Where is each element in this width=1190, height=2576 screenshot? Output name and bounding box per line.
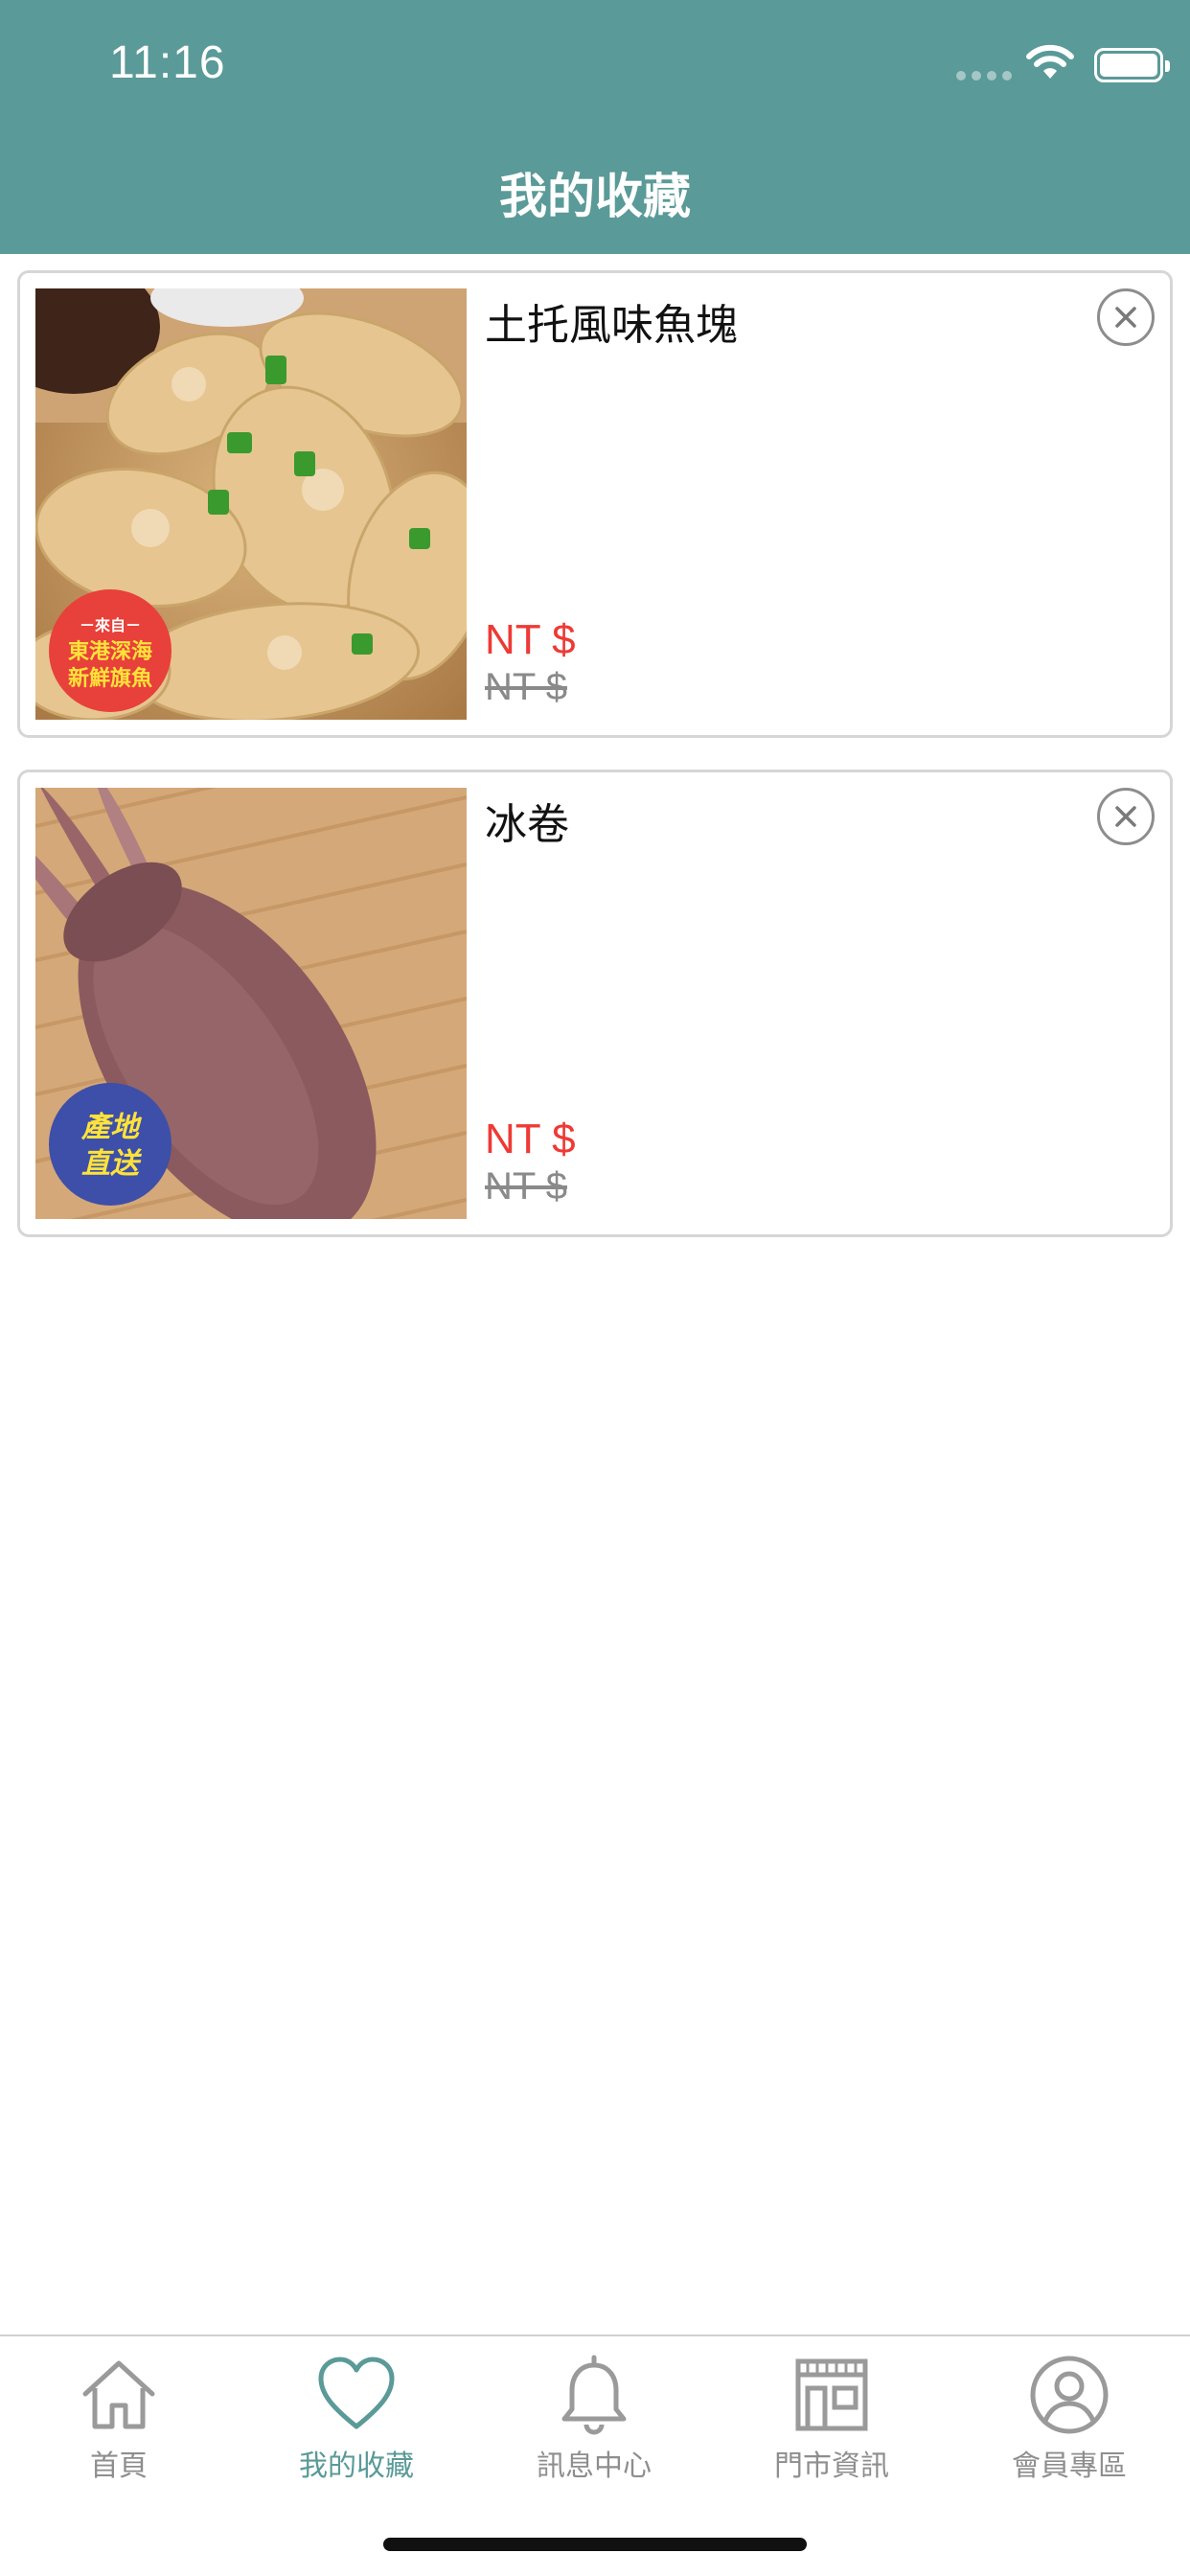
product-price: NT $ xyxy=(485,1116,576,1162)
user-icon xyxy=(1030,2356,1109,2434)
tab-stores[interactable]: 門市資訊 xyxy=(713,2352,950,2496)
badge-text-line1: 產地 xyxy=(80,1111,143,1144)
product-original-price: NT $ xyxy=(485,1165,567,1208)
product-image[interactable]: 產地 直送 xyxy=(35,788,467,1219)
home-indicator xyxy=(383,2538,807,2551)
status-time: 11:16 xyxy=(109,37,226,88)
tab-label: 門市資訊 xyxy=(774,2450,889,2483)
close-icon xyxy=(1115,806,1136,827)
cellular-signal-icon xyxy=(956,71,1012,80)
tab-favorites[interactable]: 我的收藏 xyxy=(238,2352,475,2496)
badge-text-line3: 新鮮旗魚 xyxy=(68,666,152,691)
tab-messages[interactable]: 訊息中心 xyxy=(475,2352,713,2496)
tab-label: 首頁 xyxy=(90,2450,148,2483)
badge-text-line2: 東港深海 xyxy=(68,639,152,664)
favorite-item-card[interactable]: 產地 直送 冰卷 NT $ NT $ xyxy=(17,770,1173,1237)
badge-text-line1: －來自－ xyxy=(80,616,141,634)
tab-member[interactable]: 會員專區 xyxy=(950,2352,1188,2496)
product-image[interactable]: －來自－ 東港深海 新鮮旗魚 xyxy=(35,288,467,720)
tab-label: 訊息中心 xyxy=(537,2450,652,2483)
badge-text-line2: 直送 xyxy=(81,1147,143,1181)
page-title: 我的收藏 xyxy=(499,169,691,224)
favorite-item-card[interactable]: －來自－ 東港深海 新鮮旗魚 土托風味魚塊 NT $ NT $ xyxy=(17,270,1173,738)
home-icon xyxy=(82,2360,155,2429)
close-icon xyxy=(1115,307,1136,328)
product-title[interactable]: 土托風味魚塊 xyxy=(485,290,738,352)
heart-icon xyxy=(318,2357,395,2429)
product-price: NT $ xyxy=(485,616,576,663)
tab-home[interactable]: 首頁 xyxy=(0,2352,238,2496)
remove-favorite-button[interactable] xyxy=(1097,288,1155,346)
product-original-price: NT $ xyxy=(485,666,567,708)
store-icon xyxy=(795,2358,868,2431)
app-header: 11:16 我的收藏 xyxy=(0,0,1190,254)
battery-icon xyxy=(1094,48,1170,82)
wifi-icon xyxy=(1026,44,1074,79)
remove-favorite-button[interactable] xyxy=(1097,788,1155,845)
tab-label: 會員專區 xyxy=(1012,2450,1127,2483)
status-indicators xyxy=(903,0,1190,115)
product-title[interactable]: 冰卷 xyxy=(485,790,569,851)
bell-icon xyxy=(561,2355,627,2435)
tab-label: 我的收藏 xyxy=(299,2450,414,2483)
